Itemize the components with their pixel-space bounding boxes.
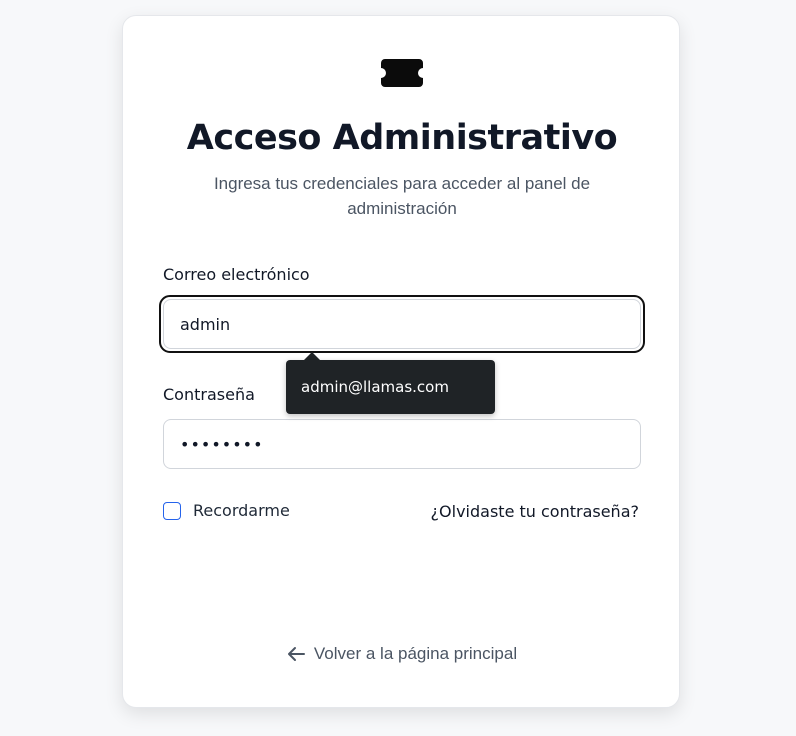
remember-me-label: Recordarme <box>193 501 290 520</box>
page-title: Acceso Administrativo <box>186 118 618 158</box>
ticket-icon <box>381 59 423 87</box>
email-label: Correo electrónico <box>163 265 310 284</box>
remember-me-option[interactable]: Recordarme <box>163 501 290 520</box>
password-label: Contraseña <box>163 385 255 404</box>
password-field[interactable] <box>163 419 641 469</box>
email-autocomplete-suggestion[interactable]: admin@llamas.com <box>286 360 495 414</box>
back-to-home-link[interactable]: Volver a la página principal <box>123 644 681 664</box>
back-link-label: Volver a la página principal <box>313 644 518 663</box>
arrow-left-icon <box>287 647 305 661</box>
forgot-password-link[interactable]: ¿Olvidaste tu contraseña? <box>431 502 639 521</box>
page-subtitle: Ingresa tus credenciales para acceder al… <box>213 174 591 218</box>
email-field[interactable] <box>163 299 641 349</box>
remember-me-checkbox[interactable] <box>163 501 181 520</box>
login-card: Acceso Administrativo Ingresa tus creden… <box>122 15 680 708</box>
